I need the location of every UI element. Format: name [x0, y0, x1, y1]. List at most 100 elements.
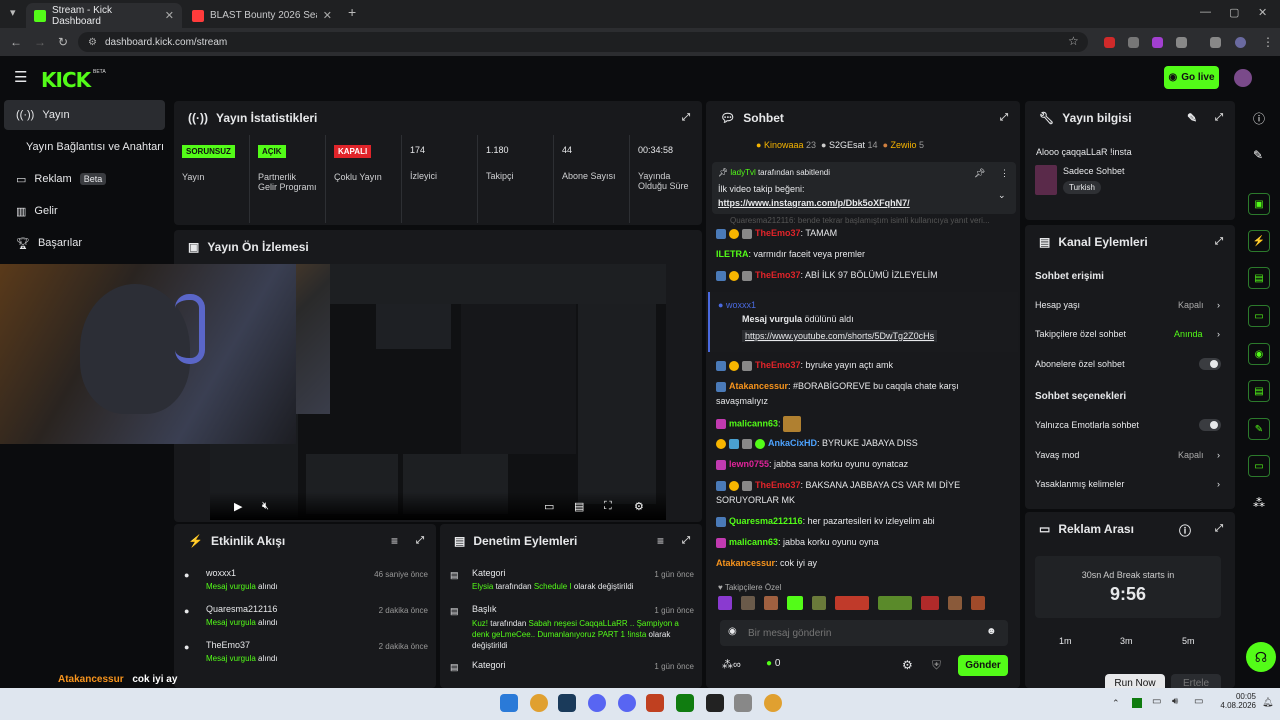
kick-points-icon[interactable]: ⁂∞	[722, 658, 741, 671]
chat-username[interactable]: Atakancessur	[716, 558, 775, 568]
gifter-name[interactable]: Kinowaaa	[764, 140, 804, 150]
filter-icon[interactable]: ≡	[391, 534, 398, 548]
sidebar-item-ads[interactable]: ▭ Reklam Beta	[4, 164, 165, 194]
tab-blast-bounty[interactable]: BLAST Bounty 2026 Season 2 - ✕	[184, 3, 340, 28]
chrome-icon[interactable]	[530, 694, 548, 712]
chat-username[interactable]: malicann63	[729, 537, 778, 547]
stream-category[interactable]: Sadece Sohbet	[1063, 166, 1125, 176]
gifter-name[interactable]: Zewiio	[891, 140, 917, 150]
chat-username[interactable]: TheEmo37	[755, 360, 801, 370]
new-tab-icon[interactable]: +	[348, 4, 356, 20]
lightning-icon[interactable]: ⚡	[1248, 230, 1270, 252]
chrome-icon[interactable]	[764, 694, 782, 712]
snooze-button[interactable]: Ertele	[1171, 674, 1221, 688]
chat-username[interactable]: Atakancessur	[729, 381, 788, 391]
highlight-link[interactable]: https://www.youtube.com/shorts/5DwTg2Z0c…	[742, 330, 938, 342]
wrench-icon[interactable]: ✎	[1248, 418, 1270, 440]
activity-user[interactable]: woxxx1	[206, 568, 236, 578]
clock[interactable]: 00:05 4.08.2026	[1218, 692, 1256, 710]
sidebar-item-stream[interactable]: ((·)) Yayın	[4, 100, 165, 130]
document-icon[interactable]: ▤	[1248, 267, 1270, 289]
chat-message-field[interactable]	[748, 624, 978, 642]
kick-logo[interactable]: KICK	[41, 68, 91, 92]
duration-5m-button[interactable]: 5m	[1182, 636, 1195, 646]
setting-row-account-age[interactable]: Hesap yaşı Kapalı ›	[1035, 300, 1225, 310]
xbox-icon[interactable]	[676, 694, 694, 712]
close-icon[interactable]: ✕	[323, 9, 332, 22]
setting-row-banned-words[interactable]: Yasaklanmış kelimeler ›	[1035, 479, 1225, 489]
chat-username[interactable]: lewn0755	[729, 459, 769, 469]
broadcast-icon[interactable]: ◉	[1248, 343, 1270, 365]
steam-icon[interactable]	[558, 694, 576, 712]
settings-gear-icon[interactable]	[734, 694, 752, 712]
app-icon[interactable]	[706, 694, 724, 712]
duration-3m-button[interactable]: 3m	[1120, 636, 1133, 646]
run-now-button[interactable]: Run Now	[1105, 674, 1165, 688]
popout-icon[interactable]: ⤢	[682, 112, 690, 123]
setting-row-slow-mode[interactable]: Yavaş mod Kapalı ›	[1035, 450, 1225, 460]
popout-icon[interactable]: ⤢	[1215, 112, 1223, 123]
sidebar-item-stream-key[interactable]: Yayın Bağlantısı ve Anahtarı	[4, 132, 165, 162]
chat-username[interactable]: ILETRA	[716, 249, 749, 259]
edit-pencil-icon[interactable]: ✎	[1253, 148, 1263, 162]
emote-icon[interactable]	[741, 596, 755, 610]
activity-user[interactable]: TheEmo37	[206, 640, 250, 650]
site-info-icon[interactable]: ⚙	[88, 37, 97, 48]
activity-user[interactable]: Quaresma212116	[206, 604, 277, 614]
media-icon[interactable]	[1210, 37, 1221, 48]
window-close-icon[interactable]: ✕	[1258, 6, 1267, 19]
chat-username[interactable]: TheEmo37	[755, 480, 801, 490]
more-options-icon[interactable]: ⋮	[1000, 168, 1009, 179]
emote-icon[interactable]	[787, 596, 803, 610]
hamburger-menu-icon[interactable]: ☰	[14, 68, 27, 86]
battery-icon[interactable]: ▭	[1194, 696, 1203, 707]
pinned-by[interactable]: ladyTvl	[730, 168, 755, 177]
network-icon[interactable]: ▭	[1152, 696, 1161, 707]
emote-icon[interactable]	[812, 596, 826, 610]
gifter-name[interactable]: S2GEsat	[829, 140, 865, 150]
duration-1m-button[interactable]: 1m	[1059, 636, 1072, 646]
sidebar-item-revenue[interactable]: ▥ Gelir	[4, 196, 165, 226]
setting-row-followers-only[interactable]: Takipçilere özel sohbet Anında ›	[1035, 329, 1225, 339]
send-button[interactable]: Gönder	[958, 655, 1008, 676]
popout-icon[interactable]: ⤢	[1215, 236, 1223, 247]
go-live-button[interactable]: ◉ Go live	[1164, 66, 1219, 89]
chat-input[interactable]: ◉ ☻	[720, 620, 1008, 646]
emote-icon[interactable]	[878, 596, 912, 610]
discord-icon[interactable]	[618, 694, 636, 712]
emote-icon[interactable]	[764, 596, 778, 610]
emote-icon[interactable]	[835, 596, 869, 610]
emote-icon[interactable]	[921, 596, 939, 610]
ad-icon[interactable]: ▭	[1248, 455, 1270, 477]
more-icon[interactable]: ⁂	[1253, 496, 1265, 510]
fullscreen-icon[interactable]: ⛶	[604, 500, 612, 513]
chat-username[interactable]: malicann63	[729, 418, 778, 428]
app-icon[interactable]	[646, 694, 664, 712]
notification-bell-icon[interactable]: 🔔︎	[1262, 697, 1273, 708]
tab-list-icon[interactable]: ▾	[10, 6, 16, 19]
extension-icon[interactable]	[1152, 37, 1163, 48]
toggle-switch[interactable]	[1199, 358, 1221, 370]
discord-icon[interactable]	[588, 694, 606, 712]
info-icon[interactable]: ⓘ	[1179, 522, 1191, 539]
avatar[interactable]	[1234, 69, 1252, 87]
settings-gear-icon[interactable]: ⚙	[902, 658, 913, 672]
minimize-icon[interactable]: —	[1200, 6, 1211, 18]
windows-start-icon[interactable]	[500, 694, 518, 712]
popout-icon[interactable]: ⤢	[682, 535, 690, 546]
tray-app-icon[interactable]	[1132, 698, 1142, 708]
play-icon[interactable]: ▶	[234, 500, 242, 513]
close-icon[interactable]: ✕	[165, 9, 174, 22]
chat-bubble-icon[interactable]: ▭	[1248, 305, 1270, 327]
address-bar[interactable]: ⚙ dashboard.kick.com/stream	[78, 32, 1088, 52]
toggle-switch[interactable]	[1199, 419, 1221, 431]
bookmark-star-icon[interactable]: ☆	[1068, 34, 1079, 48]
chat-username[interactable]: Quaresma212116	[729, 516, 803, 526]
extension-icon[interactable]	[1128, 37, 1139, 48]
theater-mode-icon[interactable]: ▭	[544, 500, 554, 513]
edit-pencil-icon[interactable]: ✎	[1187, 111, 1197, 125]
maximize-icon[interactable]: ▢	[1229, 6, 1239, 19]
browser-menu-icon[interactable]: ⋮	[1262, 35, 1274, 49]
volume-icon[interactable]: 🔊︎	[1172, 696, 1178, 707]
extensions-puzzle-icon[interactable]	[1176, 37, 1187, 48]
